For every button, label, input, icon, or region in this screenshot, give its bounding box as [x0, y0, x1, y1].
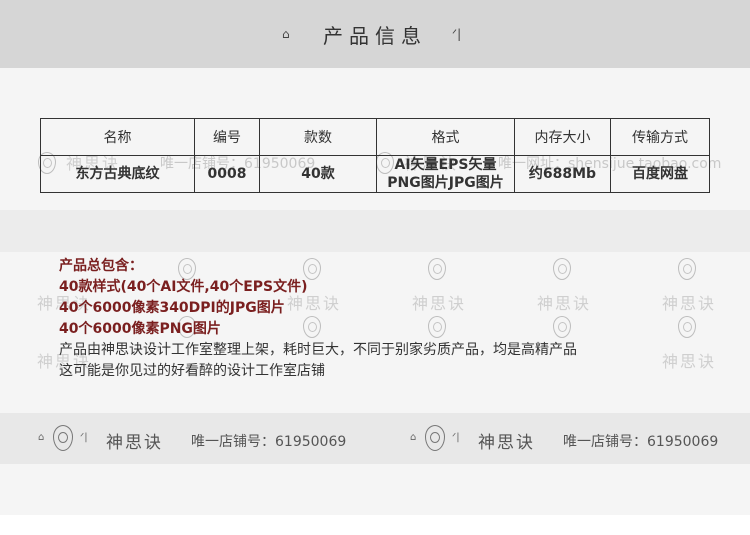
- section-title: 产品信息: [323, 24, 427, 48]
- highlight-line: 40个6000像素340DPI的JPG图片: [59, 300, 285, 316]
- bottom-margin: [0, 515, 750, 535]
- table-header-cell: 名称: [40, 118, 195, 156]
- product-description: 产品总包含： 40款样式(40个AI文件,40个EPS文件) 40个6000像素…: [59, 256, 577, 382]
- footer-store-id: 唯一店铺号：61950069: [191, 434, 347, 450]
- spec-table: 名称 编号 款数 格式 内存大小 传输方式 东方古典底纹 0008 40款 AI…: [40, 118, 710, 193]
- table-cell: 百度网盘: [610, 155, 710, 193]
- highlight-line: 产品总包含：: [59, 258, 143, 274]
- table-cell: 约688Mb: [514, 155, 611, 193]
- table-cell: 0008: [194, 155, 260, 193]
- watermark-band: [0, 210, 750, 252]
- section-header: ⌂ 产品信息 ᐟ|: [0, 0, 750, 68]
- brand-logo-icon: [425, 425, 445, 451]
- watermark-brand: 神思诀: [662, 294, 717, 313]
- footer-store-id: 唯一店铺号：61950069: [563, 434, 719, 450]
- watermark-brand: 神思诀: [662, 352, 717, 371]
- deco-left-icon: ⌂: [38, 432, 45, 443]
- table-header-cell: 款数: [259, 118, 377, 156]
- table-cell: 40款: [259, 155, 377, 193]
- highlight-line: 40款样式(40个AI文件,40个EPS文件): [59, 279, 308, 295]
- deco-right-icon: ᐟ|: [452, 432, 460, 443]
- table-header-cell: 内存大小: [514, 118, 611, 156]
- deco-right-icon: ᐟ|: [452, 27, 462, 41]
- table-header-cell: 格式: [376, 118, 515, 156]
- highlight-line: 40个6000像素PNG图片: [59, 321, 221, 337]
- table-header-cell: 编号: [194, 118, 260, 156]
- description-line: 产品由神思诀设计工作室整理上架，耗时巨大，不同于别家劣质产品，均是高精产品: [59, 342, 577, 358]
- table-row: 东方古典底纹 0008 40款 AI矢量EPS矢量 PNG图片JPG图片 约68…: [40, 155, 710, 193]
- footer-band: ⌂ ᐟ| 神思诀 唯一店铺号：61950069 ⌂ ᐟ| 神思诀 唯一店铺号：6…: [0, 413, 750, 464]
- table-cell: 东方古典底纹: [40, 155, 195, 193]
- deco-left-icon: ⌂: [410, 432, 417, 443]
- footer-brand: 神思诀: [478, 433, 535, 453]
- description-line: 这可能是你见过的好看醉的设计工作室店铺: [59, 363, 325, 379]
- table-header-row: 名称 编号 款数 格式 内存大小 传输方式: [40, 118, 710, 156]
- table-cell-format: AI矢量EPS矢量 PNG图片JPG图片: [376, 155, 515, 193]
- deco-right-icon: ᐟ|: [80, 432, 88, 443]
- table-header-cell: 传输方式: [610, 118, 710, 156]
- brand-logo-icon: [53, 425, 73, 451]
- footer-brand: 神思诀: [106, 433, 163, 453]
